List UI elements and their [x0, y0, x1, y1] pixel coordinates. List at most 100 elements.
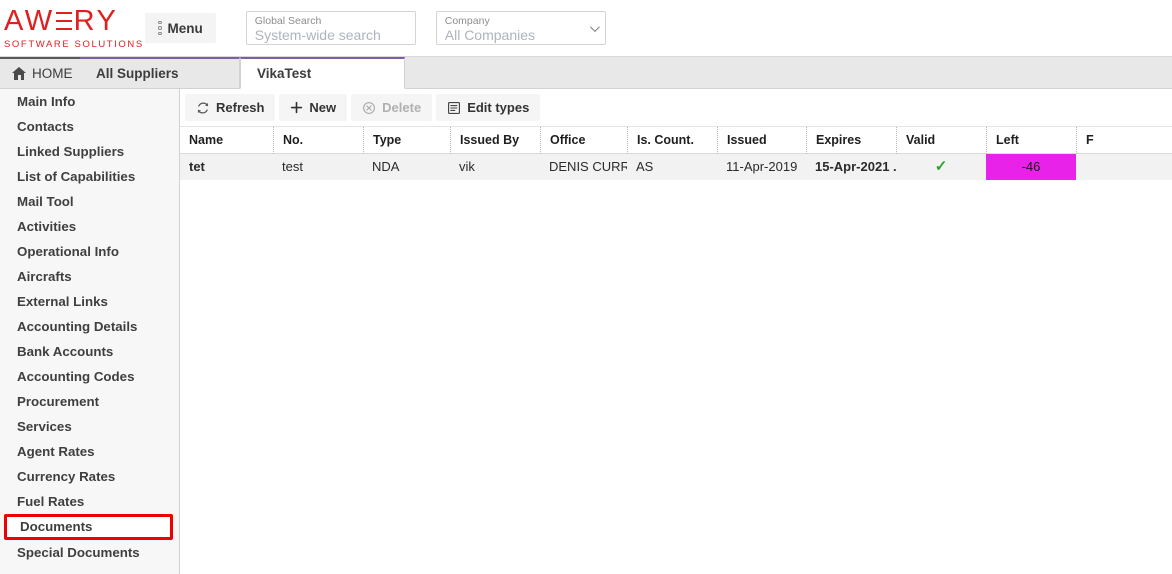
global-search-label: Global Search: [255, 15, 407, 27]
tab-vikatest[interactable]: VikaTest: [240, 57, 405, 89]
refresh-button-label: Refresh: [216, 100, 264, 115]
cell-issued: 11-Apr-2019: [717, 154, 806, 180]
column-header-issued-by[interactable]: Issued By: [450, 127, 540, 154]
edit-types-button[interactable]: Edit types: [436, 94, 540, 121]
sidebar-item-label: Documents: [20, 519, 92, 534]
column-header-name[interactable]: Name: [180, 127, 273, 154]
sidebar-item-currency-rates[interactable]: Currency Rates: [0, 464, 179, 489]
cell-f: [1076, 154, 1172, 180]
sidebar-item-linked-suppliers[interactable]: Linked Suppliers: [0, 139, 179, 164]
sidebar-item-external-links[interactable]: External Links: [0, 289, 179, 314]
sidebar-item-special-documents[interactable]: Special Documents: [0, 540, 179, 565]
column-header-f[interactable]: F: [1076, 127, 1172, 154]
left-days-badge: -46: [986, 154, 1076, 180]
tab-home-label: HOME: [32, 66, 73, 81]
sidebar-navigation: Main Info Contacts Linked Suppliers List…: [0, 89, 180, 574]
sidebar-item-label: Contacts: [17, 119, 74, 134]
sidebar-item-fuel-rates[interactable]: Fuel Rates: [0, 489, 179, 514]
sidebar-item-main-info[interactable]: Main Info: [0, 89, 179, 114]
list-edit-icon: [447, 101, 461, 115]
logo-text-part2: RY: [74, 7, 119, 36]
sidebar-item-label: External Links: [17, 294, 108, 309]
sidebar-item-label: Main Info: [17, 94, 75, 109]
new-button-label: New: [309, 100, 336, 115]
sidebar-item-label: Mail Tool: [17, 194, 74, 209]
sidebar-item-aircrafts[interactable]: Aircrafts: [0, 264, 179, 289]
sidebar-item-accounting-codes[interactable]: Accounting Codes: [0, 364, 179, 389]
logo-letter-e-icon: [56, 11, 72, 31]
cell-valid: ✓: [896, 154, 986, 180]
delete-circle-icon: [362, 101, 376, 115]
documents-table: Name No. Type Issued By Office Is. Count…: [180, 127, 1172, 574]
delete-button[interactable]: Delete: [351, 94, 432, 121]
sidebar-item-label: Accounting Codes: [17, 369, 134, 384]
cell-is-count: AS: [627, 154, 717, 180]
column-header-valid[interactable]: Valid: [896, 127, 986, 154]
sidebar-item-label: Services: [17, 419, 72, 434]
edit-types-button-label: Edit types: [467, 100, 529, 115]
cell-left: -46: [986, 154, 1076, 180]
cell-issued-by: vik: [450, 154, 540, 180]
logo-text-part1: AW: [4, 7, 55, 36]
home-icon: [12, 67, 26, 80]
kebab-menu-icon: [158, 21, 162, 36]
menu-button[interactable]: Menu: [145, 13, 216, 43]
sidebar-item-agent-rates[interactable]: Agent Rates: [0, 439, 179, 464]
sidebar-item-label: Activities: [17, 219, 76, 234]
sidebar-item-label: Accounting Details: [17, 319, 137, 334]
valid-check-icon: ✓: [935, 158, 948, 175]
sidebar-item-label: Linked Suppliers: [17, 144, 124, 159]
cell-name: tet: [180, 154, 273, 180]
column-header-expires[interactable]: Expires: [806, 127, 896, 154]
tab-vikatest-label: VikaTest: [257, 66, 311, 81]
sidebar-item-activities[interactable]: Activities: [0, 214, 179, 239]
plus-icon: [290, 101, 303, 114]
company-select-value: All Companies: [445, 27, 583, 43]
delete-button-label: Delete: [382, 100, 421, 115]
sidebar-item-contacts[interactable]: Contacts: [0, 114, 179, 139]
sidebar-item-label: List of Capabilities: [17, 169, 135, 184]
sidebar-item-procurement[interactable]: Procurement: [0, 389, 179, 414]
tab-all-suppliers-label: All Suppliers: [96, 66, 179, 81]
column-header-is-count[interactable]: Is. Count.: [627, 127, 717, 154]
sidebar-item-mail-tool[interactable]: Mail Tool: [0, 189, 179, 214]
sidebar-item-bank-accounts[interactable]: Bank Accounts: [0, 339, 179, 364]
global-search-field[interactable]: Global Search System-wide search: [246, 11, 416, 45]
sidebar-item-operational-info[interactable]: Operational Info: [0, 239, 179, 264]
cell-no: test: [273, 154, 363, 180]
column-header-office[interactable]: Office: [540, 127, 627, 154]
new-button[interactable]: New: [279, 94, 347, 121]
table-header-row: Name No. Type Issued By Office Is. Count…: [180, 127, 1172, 154]
sidebar-item-label: Bank Accounts: [17, 344, 113, 359]
refresh-icon: [196, 101, 210, 115]
cell-office: DENIS CURRE...: [540, 154, 627, 180]
application-window: AW RY SOFTWARE SOLUTIONS Menu Global Sea…: [0, 0, 1172, 574]
sidebar-item-documents[interactable]: Documents: [4, 514, 173, 540]
refresh-button[interactable]: Refresh: [185, 94, 275, 121]
sidebar-item-label: Aircrafts: [17, 269, 72, 284]
sidebar-item-services[interactable]: Services: [0, 414, 179, 439]
table-empty-area: [180, 180, 1172, 574]
sidebar-item-label: Operational Info: [17, 244, 119, 259]
global-search-input[interactable]: System-wide search: [255, 27, 407, 43]
sidebar-item-list-of-capabilities[interactable]: List of Capabilities: [0, 164, 179, 189]
tab-bar: HOME All Suppliers VikaTest: [0, 57, 1172, 89]
awery-logo[interactable]: AW RY SOFTWARE SOLUTIONS: [0, 6, 140, 50]
column-header-left[interactable]: Left: [986, 127, 1076, 154]
column-header-type[interactable]: Type: [363, 127, 450, 154]
sidebar-item-accounting-details[interactable]: Accounting Details: [0, 314, 179, 339]
chevron-down-icon[interactable]: [590, 22, 600, 32]
sidebar-item-label: Fuel Rates: [17, 494, 84, 509]
table-row[interactable]: tet test NDA vik DENIS CURRE... AS 11-Ap…: [180, 154, 1172, 180]
column-header-no[interactable]: No.: [273, 127, 363, 154]
tab-all-suppliers[interactable]: All Suppliers: [80, 57, 240, 88]
sidebar-item-label: Procurement: [17, 394, 99, 409]
company-select[interactable]: Company All Companies: [436, 11, 606, 45]
grid-toolbar: Refresh New Delete: [180, 89, 1172, 127]
tab-home[interactable]: HOME: [0, 57, 80, 88]
logo-wordmark: AW RY: [4, 6, 118, 36]
column-header-issued[interactable]: Issued: [717, 127, 806, 154]
sidebar-item-label: Currency Rates: [17, 469, 115, 484]
cell-type: NDA: [363, 154, 450, 180]
main-content: Refresh New Delete: [180, 89, 1172, 574]
